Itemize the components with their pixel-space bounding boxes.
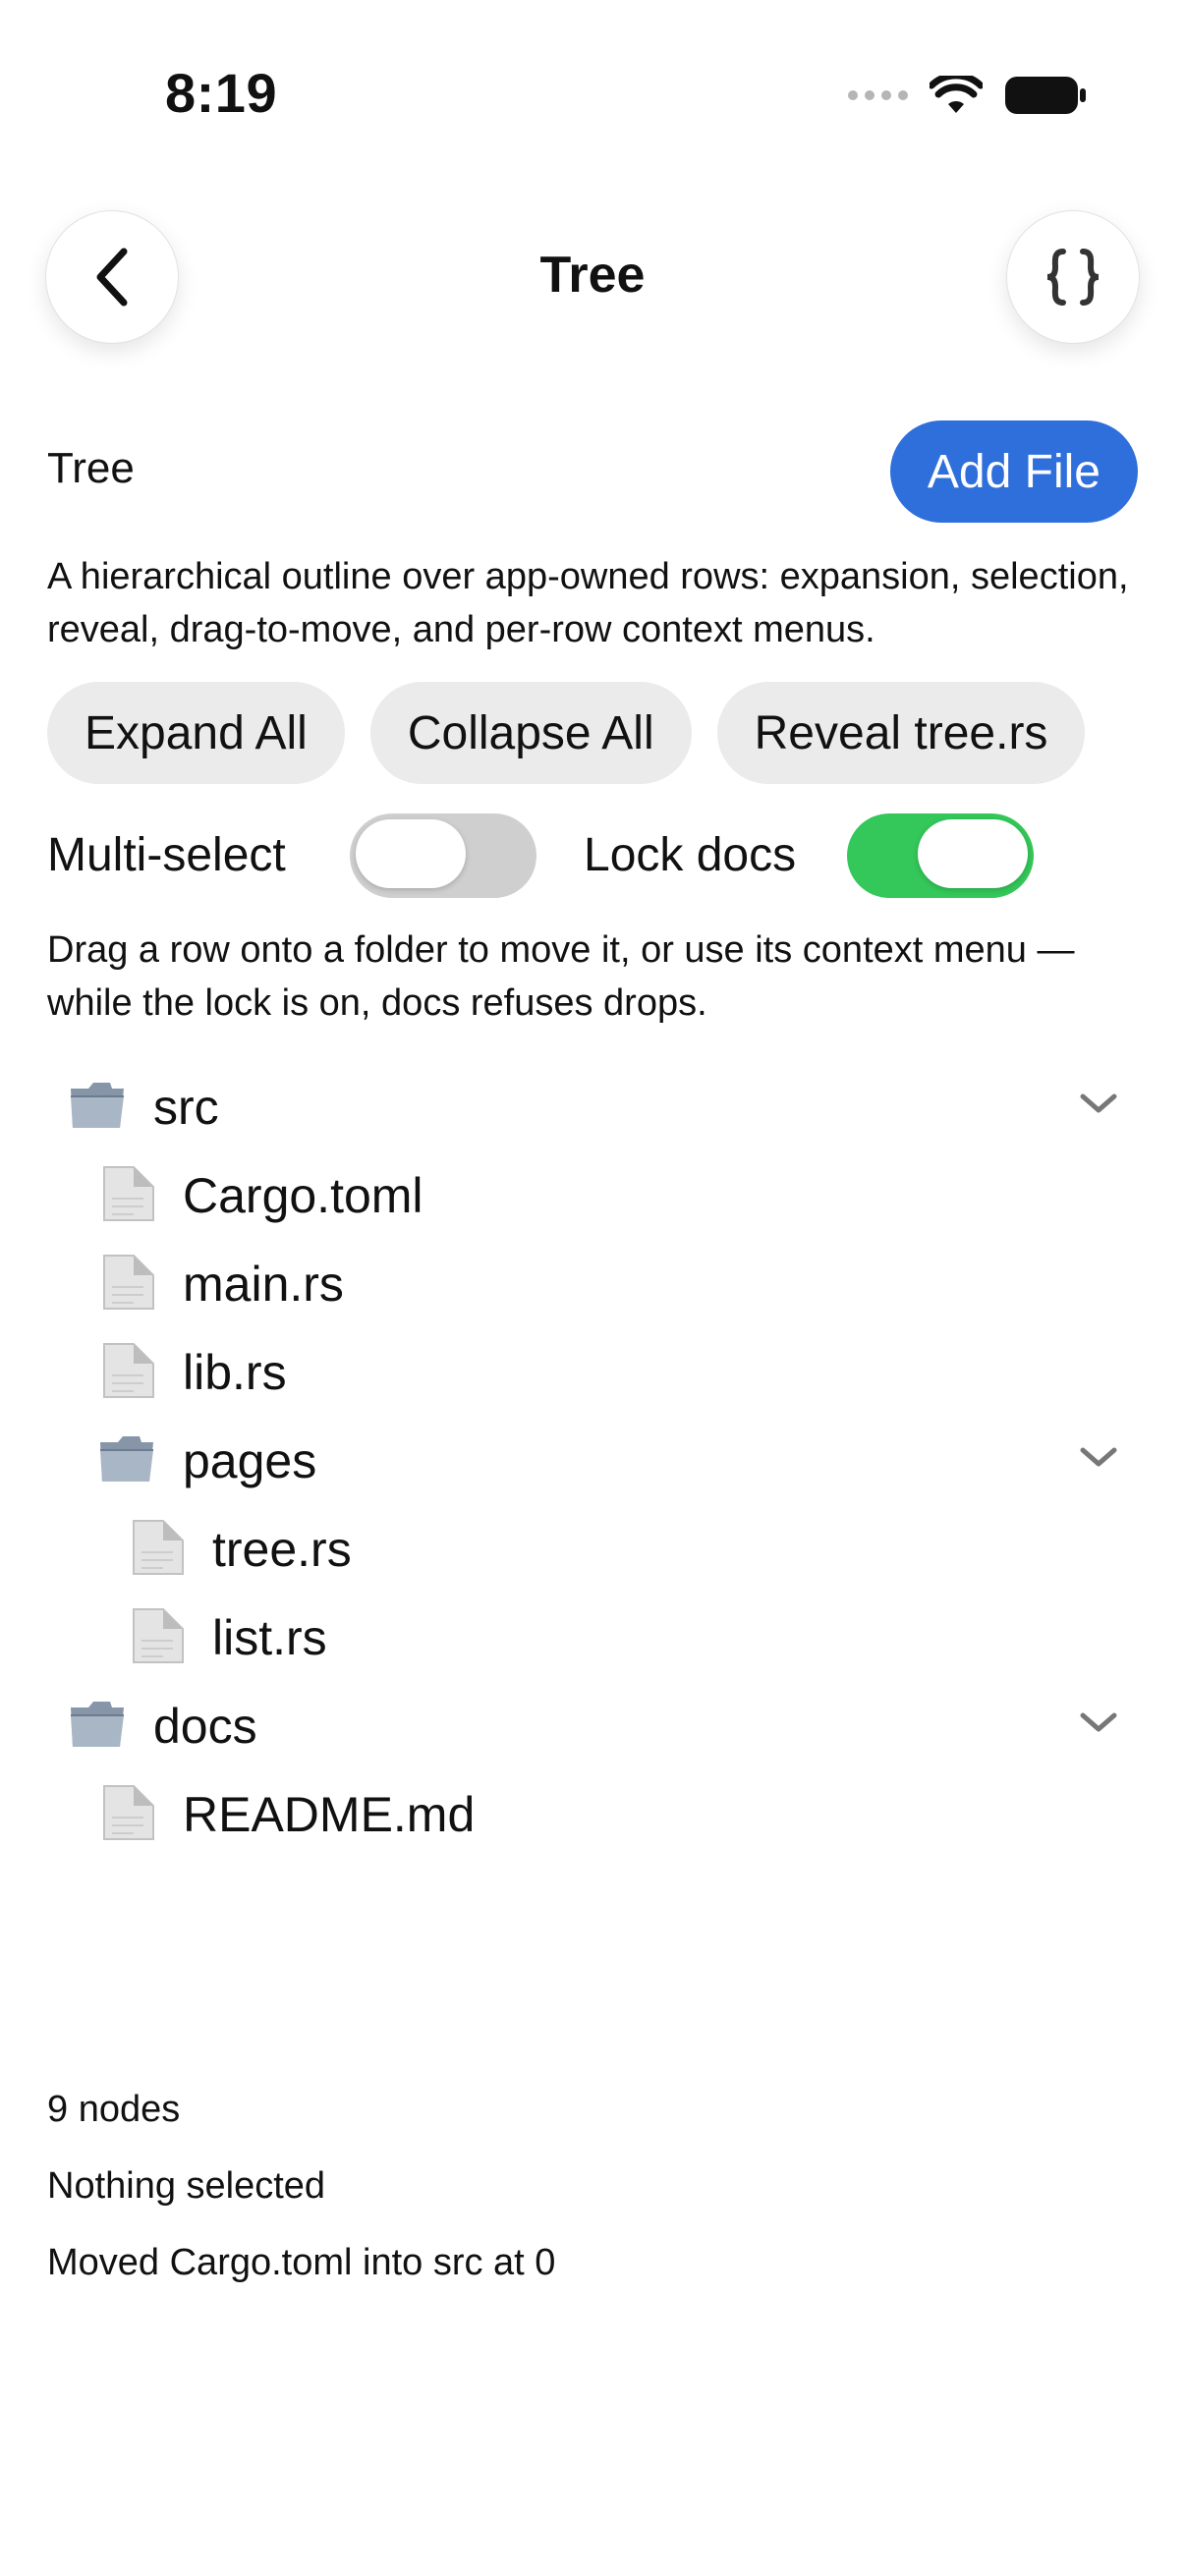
code-view-button[interactable] <box>1006 210 1140 344</box>
tree-row-main-rs[interactable]: main.rs <box>0 1238 1185 1326</box>
tree-row-label: main.rs <box>183 1257 344 1312</box>
battery-icon <box>1005 77 1086 114</box>
last-action-text: Moved Cargo.toml into src at 0 <box>47 2242 556 2283</box>
expand-all-button[interactable]: Expand All <box>47 682 345 784</box>
chevron-down-icon[interactable] <box>1077 1442 1120 1472</box>
wifi-icon <box>930 76 983 113</box>
selection-status-text: Nothing selected <box>47 2165 326 2207</box>
file-icon <box>103 1343 154 1398</box>
tree-row-label: docs <box>153 1699 257 1754</box>
file-icon <box>103 1785 154 1840</box>
file-icon <box>103 1166 154 1221</box>
tree-row-label: pages <box>183 1433 317 1488</box>
add-file-button[interactable]: Add File <box>889 420 1138 523</box>
tree-row-label: Cargo.toml <box>183 1168 423 1223</box>
tree-row-src[interactable]: src <box>0 1061 1185 1149</box>
node-count-text: 9 nodes <box>47 2089 181 2130</box>
tree-row-cargo-toml[interactable]: Cargo.toml <box>0 1149 1185 1238</box>
lock-docs-toggle[interactable] <box>847 813 1034 898</box>
screen: 8:19 Tree Tree Add File A hierarchical o… <box>0 0 1185 2576</box>
status-time: 8:19 <box>165 62 278 124</box>
file-icon <box>133 1608 184 1663</box>
tree-row-tree-rs[interactable]: tree.rs <box>0 1503 1185 1592</box>
tree-row-readme-md[interactable]: README.md <box>0 1768 1185 1857</box>
collapse-all-button[interactable]: Collapse All <box>369 682 692 784</box>
tree-row-lib-rs[interactable]: lib.rs <box>0 1326 1185 1415</box>
tree-row-docs[interactable]: docs <box>0 1680 1185 1768</box>
section-title: Tree <box>47 444 135 492</box>
cellular-signal-icon <box>848 90 908 100</box>
action-buttons: Expand All Collapse All Reveal tree.rs <box>47 682 1086 784</box>
folder-icon <box>71 1083 124 1128</box>
tree-row-label: list.rs <box>212 1610 327 1665</box>
multi-select-toggle[interactable] <box>350 813 536 898</box>
folder-icon <box>100 1436 153 1482</box>
file-icon <box>103 1255 154 1310</box>
toggle-knob <box>918 819 1028 888</box>
multi-select-label: Multi-select <box>47 829 286 881</box>
tree-view: src Cargo.toml main.rs lib.rs pages tree… <box>0 1061 1185 1857</box>
chevron-down-icon[interactable] <box>1077 1708 1120 1737</box>
tree-row-pages[interactable]: pages <box>0 1415 1185 1503</box>
description-text: A hierarchical outline over app-owned ro… <box>47 556 1129 650</box>
folder-icon <box>71 1702 124 1747</box>
hint-text: Drag a row onto a folder to move it, or … <box>47 929 1075 1024</box>
braces-icon <box>1046 249 1100 306</box>
tree-row-list-rs[interactable]: list.rs <box>0 1592 1185 1680</box>
lock-docs-label: Lock docs <box>584 829 797 881</box>
chevron-down-icon[interactable] <box>1077 1089 1120 1118</box>
reveal-tree-rs-button[interactable]: Reveal tree.rs <box>716 682 1086 784</box>
tree-row-label: README.md <box>183 1787 476 1842</box>
tree-row-label: tree.rs <box>212 1522 352 1577</box>
tree-row-label: src <box>153 1080 219 1135</box>
file-icon <box>133 1520 184 1575</box>
toggle-knob <box>356 819 466 888</box>
status-icons <box>848 71 1087 120</box>
tree-row-label: lib.rs <box>183 1345 287 1400</box>
